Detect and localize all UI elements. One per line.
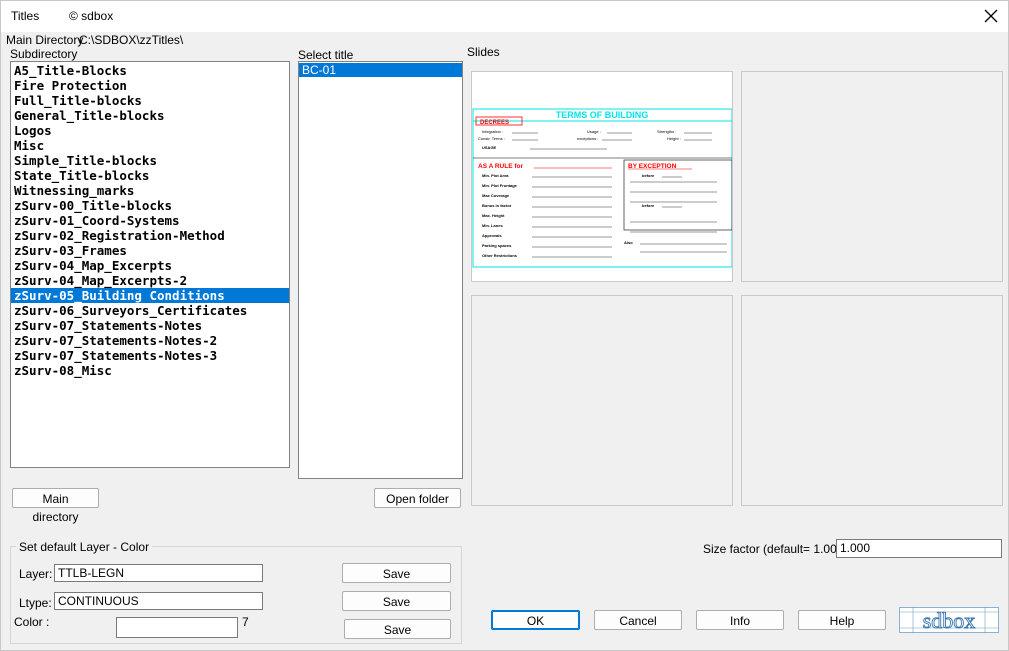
preview-row-label: Bonus in factor	[482, 203, 512, 208]
subdirectory-item[interactable]: zSurv-05_Building Conditions	[11, 288, 289, 303]
preview-usage: Usage :	[587, 129, 601, 134]
select-title-list[interactable]: BC-01	[298, 61, 463, 479]
title-bar: Titles © sdbox	[1, 1, 1008, 32]
subdirectory-item[interactable]: General_Title-blocks	[11, 108, 289, 123]
save-layer-button[interactable]: Save	[342, 563, 451, 583]
subdirectory-item[interactable]: State_Title-blocks	[11, 168, 289, 183]
subdirectory-item[interactable]: Simple_Title-blocks	[11, 153, 289, 168]
save-color-button[interactable]: Save	[344, 619, 451, 639]
size-factor-label: Size factor (default= 1.00):	[703, 542, 845, 556]
slide-preview-1[interactable]: TERMS OF BUILDING DECREES Integration : …	[471, 71, 733, 282]
subdirectory-item[interactable]: Full_Title-blocks	[11, 93, 289, 108]
subdirectory-item[interactable]: zSurv-04_Map_Excerpts	[11, 258, 289, 273]
preview-row-label: Min. Lanes	[482, 223, 503, 228]
terms-of-building-preview: TERMS OF BUILDING DECREES Integration : …	[472, 108, 732, 268]
preview-heading: TERMS OF BUILDING	[556, 110, 649, 120]
subdirectory-item[interactable]: zSurv-07_Statements-Notes-2	[11, 333, 289, 348]
subdirectory-item[interactable]: zSurv-08_Misc	[11, 363, 289, 378]
preview-rule-heading: AS A RULE for	[478, 163, 523, 170]
main-directory-path: C:\SDBOX\zzTitles\	[79, 33, 184, 47]
ltype-label: Ltype:	[19, 596, 52, 610]
slide-preview-3[interactable]	[471, 295, 733, 506]
open-folder-button[interactable]: Open folder	[374, 488, 461, 508]
ltype-input[interactable]: CONTINUOUS	[54, 592, 263, 610]
save-ltype-button[interactable]: Save	[342, 591, 451, 611]
select-title-label: Select title	[298, 48, 354, 62]
window-copyright: © sdbox	[69, 9, 114, 23]
titles-dialog: Titles © sdbox Main Directory C:\SDBOX\z…	[0, 0, 1009, 651]
layer-group-title: Set default Layer - Color	[16, 540, 153, 554]
window-title: Titles	[11, 9, 40, 23]
preview-constr-terms: Constr. Terms :	[478, 136, 505, 141]
preview-row-label: Other Restrictions	[482, 253, 518, 258]
preview-usage-row: USAGE	[482, 145, 497, 150]
subdirectory-item[interactable]: Witnessing_marks	[11, 183, 289, 198]
color-swatch-field[interactable]	[116, 617, 238, 638]
main-directory-button[interactable]: Main directory	[12, 488, 99, 524]
preview-before-2: before	[642, 203, 655, 208]
subdirectory-item[interactable]: zSurv-04_Map_Excerpts-2	[11, 273, 289, 288]
size-factor-input[interactable]: 1.000	[836, 539, 1002, 558]
preview-row-label: Approvals	[482, 233, 502, 238]
layer-input[interactable]: TTLB-LEGN	[54, 564, 263, 582]
color-label: Color :	[14, 615, 50, 629]
preview-row-label: Max Coverage	[482, 193, 510, 198]
subdirectory-item[interactable]: zSurv-03_Frames	[11, 243, 289, 258]
preview-before-1: before	[642, 173, 655, 178]
main-directory-label: Main Directory	[6, 33, 84, 47]
subdirectory-item[interactable]: Misc	[11, 138, 289, 153]
preview-integration: Integration :	[482, 129, 503, 134]
slide-preview-4[interactable]	[741, 295, 1003, 506]
preview-row-label: Parking spaces	[482, 243, 512, 248]
subdirectory-item[interactable]: zSurv-02_Registration-Method	[11, 228, 289, 243]
preview-height: Height :	[667, 136, 681, 141]
title-item[interactable]: BC-01	[299, 63, 462, 77]
slides-label: Slides	[467, 45, 500, 59]
subdirectory-item[interactable]: A5_Title-Blocks	[11, 63, 289, 78]
sdbox-logo: sdbox	[899, 607, 999, 633]
subdirectory-item[interactable]: Fire Protection	[11, 78, 289, 93]
help-button[interactable]: Help	[798, 610, 886, 630]
subdirectory-list[interactable]: A5_Title-Blocks Fire Protection Full_Title…	[10, 61, 290, 468]
preview-row-label: Min. Plot Frontage	[482, 183, 518, 188]
close-icon[interactable]	[982, 7, 1000, 25]
preview-also: Also	[624, 240, 633, 245]
preview-exceptions: exceptions :	[577, 136, 598, 141]
slide-preview-2[interactable]	[741, 71, 1003, 282]
layer-label: Layer:	[19, 567, 53, 581]
subdirectory-item[interactable]: zSurv-07_Statements-Notes	[11, 318, 289, 333]
preview-row-label: Max. Height	[482, 213, 505, 218]
subdirectory-item[interactable]: zSurv-06_Surveyors_Certificates	[11, 303, 289, 318]
preview-decree: DECREES	[480, 120, 509, 126]
subdirectory-label: Subdirectory	[10, 47, 78, 61]
preview-strengths: Strengths :	[657, 129, 676, 134]
subdirectory-item[interactable]: Logos	[11, 123, 289, 138]
ok-button[interactable]: OK	[491, 610, 580, 630]
preview-row-label: Min. Plot Area	[482, 173, 509, 178]
sdbox-logo-text: sdbox	[923, 608, 976, 633]
subdirectory-item[interactable]: zSurv-00_Title-blocks	[11, 198, 289, 213]
info-button[interactable]: Info	[696, 610, 784, 630]
subdirectory-item[interactable]: zSurv-07_Statements-Notes-3	[11, 348, 289, 363]
color-number: 7	[242, 615, 249, 629]
cancel-button[interactable]: Cancel	[594, 610, 682, 630]
subdirectory-item[interactable]: zSurv-01_Coord-Systems	[11, 213, 289, 228]
